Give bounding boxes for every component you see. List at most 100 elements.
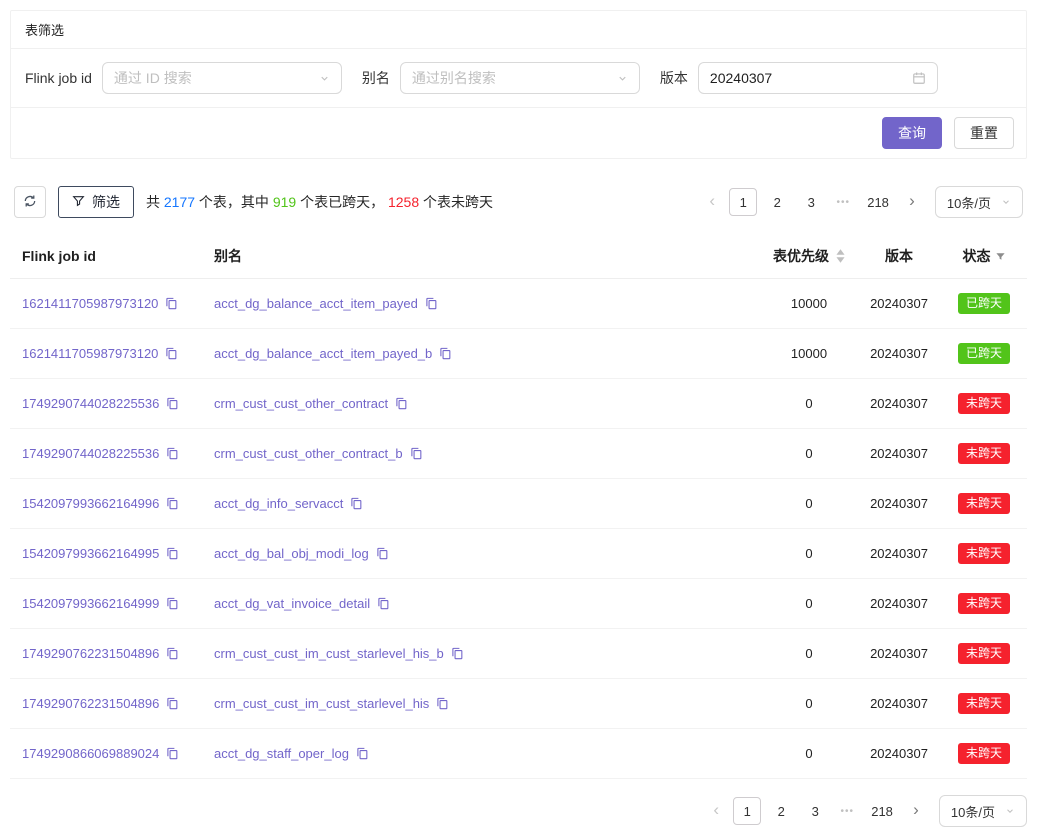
copy-icon[interactable]: [356, 747, 369, 760]
filter-actions: 查询 重置: [11, 108, 1026, 158]
alias-label: 别名: [362, 68, 390, 88]
job-id-link[interactable]: 1749290762231504896: [22, 696, 159, 711]
copy-icon[interactable]: [166, 747, 179, 760]
alias-link[interactable]: acct_dg_info_servacct: [214, 496, 343, 511]
column-header-alias: 别名: [206, 234, 761, 279]
summary-part: 共: [146, 194, 164, 210]
alias-link[interactable]: acct_dg_balance_acct_item_payed_b: [214, 346, 432, 361]
job-id-link[interactable]: 1621411705987973120: [22, 296, 158, 311]
copy-icon[interactable]: [436, 697, 449, 710]
alias-link[interactable]: crm_cust_cust_im_cust_starlevel_his_b: [214, 646, 444, 661]
page-button-1[interactable]: 1: [733, 797, 761, 825]
job-id-link[interactable]: 1542097993662164999: [22, 596, 159, 611]
page-button-218[interactable]: 218: [865, 797, 899, 825]
version-cell: 20240307: [857, 329, 941, 379]
page-button-1[interactable]: 1: [729, 188, 757, 216]
copy-icon[interactable]: [165, 297, 178, 310]
refresh-button[interactable]: [14, 186, 46, 218]
copy-icon[interactable]: [350, 497, 363, 510]
job-id-link[interactable]: 1749290744028225536: [22, 446, 159, 461]
page-button-218[interactable]: 218: [861, 188, 895, 216]
status-badge: 已跨天: [958, 293, 1010, 314]
page-size-value: 10条/页: [947, 193, 991, 212]
copy-icon[interactable]: [410, 447, 423, 460]
page-ellipsis[interactable]: •••: [831, 197, 855, 208]
priority-header-label: 表优先级: [773, 246, 829, 266]
job-id-link[interactable]: 1749290744028225536: [22, 396, 159, 411]
status-badge: 未跨天: [958, 693, 1010, 714]
page-button-3[interactable]: 3: [797, 188, 825, 216]
filter-row: Flink job id 通过 ID 搜索 别名 通过别名搜索: [11, 49, 1026, 108]
copy-icon[interactable]: [166, 397, 179, 410]
next-page-button[interactable]: ›: [905, 797, 927, 825]
bottom-bar: ‹ 1 2 3 ••• 218 › 10条/页: [10, 795, 1027, 827]
alias-select[interactable]: 通过别名搜索: [400, 62, 640, 94]
table-row: 1621411705987973120 acct_dg_balance_acct_…: [10, 329, 1027, 379]
copy-icon[interactable]: [376, 547, 389, 560]
filter-toggle-button[interactable]: 筛选: [58, 186, 134, 218]
reset-button[interactable]: 重置: [954, 117, 1014, 149]
table-filter-page: 表筛选 Flink job id 通过 ID 搜索 别名 通过别名搜索: [0, 0, 1037, 837]
prev-page-button[interactable]: ‹: [705, 797, 727, 825]
version-cell: 20240307: [857, 379, 941, 429]
column-filter-icon[interactable]: [995, 251, 1006, 262]
copy-icon[interactable]: [451, 647, 464, 660]
alias-link[interactable]: crm_cust_cust_other_contract_b: [214, 446, 403, 461]
priority-cell: 0: [761, 429, 857, 479]
prev-page-button[interactable]: ‹: [701, 188, 723, 216]
copy-icon[interactable]: [165, 347, 178, 360]
sort-icon[interactable]: [836, 249, 845, 263]
next-page-button[interactable]: ›: [901, 188, 923, 216]
alias-link[interactable]: acct_dg_staff_oper_log: [214, 746, 349, 761]
alias-link[interactable]: acct_dg_vat_invoice_detail: [214, 596, 370, 611]
flink-job-id-select[interactable]: 通过 ID 搜索: [102, 62, 342, 94]
page-button-2[interactable]: 2: [763, 188, 791, 216]
page-size-select[interactable]: 10条/页: [935, 186, 1023, 218]
job-id-link[interactable]: 1749290762231504896: [22, 646, 159, 661]
copy-icon[interactable]: [395, 397, 408, 410]
copy-icon[interactable]: [166, 597, 179, 610]
job-id-link[interactable]: 1542097993662164995: [22, 546, 159, 561]
job-id-link[interactable]: 1621411705987973120: [22, 346, 158, 361]
priority-cell: 10000: [761, 279, 857, 329]
version-cell: 20240307: [857, 579, 941, 629]
tables-table: Flink job id 别名 表优先级 版本 状态: [10, 234, 1027, 779]
copy-icon[interactable]: [425, 297, 438, 310]
priority-cell: 0: [761, 679, 857, 729]
query-button[interactable]: 查询: [882, 117, 942, 149]
summary-not-crossed-count: 1258: [388, 194, 419, 210]
copy-icon[interactable]: [166, 697, 179, 710]
column-header-version: 版本: [857, 234, 941, 279]
copy-icon[interactable]: [166, 647, 179, 660]
copy-icon[interactable]: [166, 447, 179, 460]
version-cell: 20240307: [857, 679, 941, 729]
summary-part: 个表未跨天: [419, 194, 493, 210]
alias-link[interactable]: crm_cust_cust_im_cust_starlevel_his: [214, 696, 429, 711]
table-toolbar: 筛选 共 2177 个表，其中 919 个表已跨天， 1258 个表未跨天 ‹ …: [14, 186, 1023, 218]
table-row: 1542097993662164996 acct_dg_info_servacct…: [10, 479, 1027, 529]
copy-icon[interactable]: [377, 597, 390, 610]
page-size-select[interactable]: 10条/页: [939, 795, 1027, 827]
column-header-priority[interactable]: 表优先级: [761, 234, 857, 279]
page-button-3[interactable]: 3: [801, 797, 829, 825]
alias-link[interactable]: crm_cust_cust_other_contract: [214, 396, 388, 411]
page-ellipsis[interactable]: •••: [835, 806, 859, 817]
page-button-2[interactable]: 2: [767, 797, 795, 825]
copy-icon[interactable]: [439, 347, 452, 360]
chevron-down-icon: [319, 73, 330, 84]
calendar-icon: [912, 71, 926, 85]
column-header-status: 状态: [941, 234, 1027, 279]
alias-link[interactable]: acct_dg_bal_obj_modi_log: [214, 546, 369, 561]
alias-link[interactable]: acct_dg_balance_acct_item_payed: [214, 296, 418, 311]
version-date-value: 20240307: [710, 70, 772, 86]
version-date-input[interactable]: 20240307: [698, 62, 938, 94]
copy-icon[interactable]: [166, 547, 179, 560]
priority-cell: 0: [761, 479, 857, 529]
table-row: 1749290866069889024 acct_dg_staff_oper_lo…: [10, 729, 1027, 779]
page-size-value: 10条/页: [951, 802, 995, 821]
job-id-link[interactable]: 1749290866069889024: [22, 746, 159, 761]
copy-icon[interactable]: [166, 497, 179, 510]
status-badge: 未跨天: [958, 743, 1010, 764]
alias-placeholder: 通过别名搜索: [412, 68, 496, 88]
job-id-link[interactable]: 1542097993662164996: [22, 496, 159, 511]
